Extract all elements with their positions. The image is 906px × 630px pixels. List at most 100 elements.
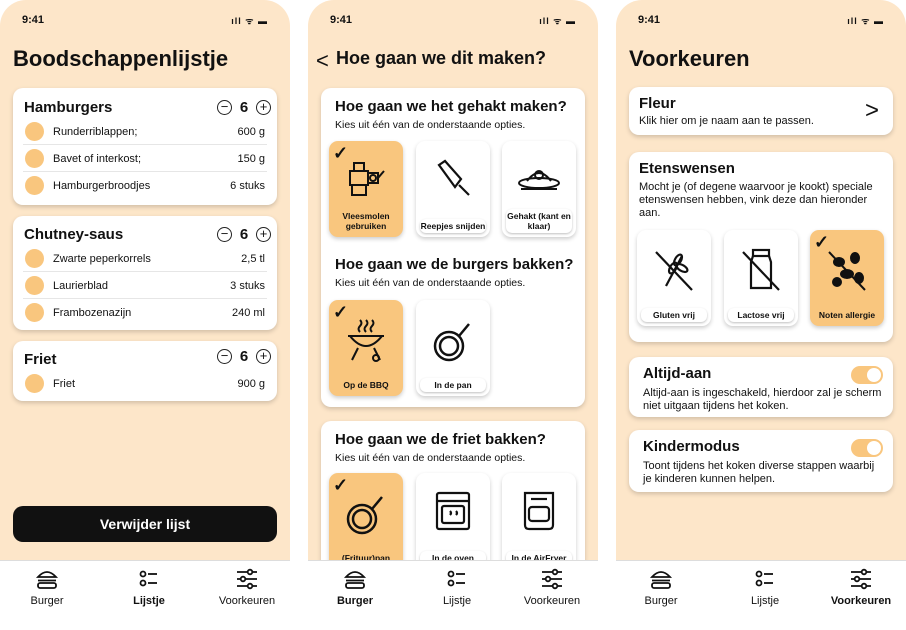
nav-label: Voorkeuren <box>830 595 892 607</box>
minus-button[interactable]: − <box>217 99 232 115</box>
option-meat-grinder[interactable]: ✓ Vleesmolen gebruiken <box>329 141 403 237</box>
back-button[interactable]: < <box>316 48 329 74</box>
page-title: Boodschappenlijstje <box>13 46 229 71</box>
section-subtitle: Kies uit één van de onderstaande opties. <box>335 277 526 289</box>
list-icon <box>755 570 773 587</box>
item-thumbnail <box>25 176 44 195</box>
status-time: 9:41 <box>22 14 45 26</box>
item-name: Laurierblad <box>53 280 109 292</box>
nav-label: Voorkeuren <box>523 595 581 607</box>
plus-button[interactable]: + <box>256 348 271 364</box>
nav-label: Lijstje <box>750 595 780 607</box>
always-on-toggle[interactable] <box>851 366 883 384</box>
status-bar: 9:41 ıll ᯤ ▬ <box>638 14 884 28</box>
option-fryer-pan[interactable]: ✓ (Frituur)pan <box>329 473 403 569</box>
group-card-friet: Friet −6 + Friet 900 g <box>13 341 277 401</box>
group-count: 6 <box>239 98 249 116</box>
option-oven[interactable]: In de oven <box>416 473 490 569</box>
kids-mode-toggle[interactable] <box>851 439 883 457</box>
nav-prefs[interactable]: Voorkeuren <box>202 567 290 607</box>
bottom-nav: Burger Lijstje Voorkeuren <box>308 560 598 630</box>
list-item[interactable]: Zwarte peperkorrels 2,5 tl <box>23 245 267 272</box>
item-qty: 6 stuks <box>230 180 265 192</box>
option-airfryer[interactable]: In de AirFryer <box>502 473 576 569</box>
section-title: Hoe gaan we de burgers bakken? <box>335 256 574 273</box>
kids-mode-text: Toont tijdens het koken diverse stappen … <box>643 460 875 485</box>
group-title: Friet <box>24 351 57 368</box>
page-title: Hoe gaan we dit maken? <box>336 48 547 68</box>
status-bar: 9:41 ıll ᯤ ▬ <box>22 14 268 28</box>
option-lactose-free[interactable]: Lactose vrij <box>724 230 798 326</box>
item-thumbnail <box>25 149 44 168</box>
diet-title: Etenswensen <box>639 160 735 177</box>
nav-label: Burger <box>644 595 678 607</box>
nav-burger[interactable]: Burger <box>2 567 92 607</box>
list-item[interactable]: Friet 900 g <box>23 370 267 397</box>
list-item[interactable]: Bavet of interkost; 150 g <box>23 145 267 172</box>
sliders-icon <box>851 568 871 590</box>
preferences-screen: 9:41 ıll ᯤ ▬ Voorkeuren Fleur Klik hier … <box>616 0 906 630</box>
always-on-title: Altijd-aan <box>643 365 712 382</box>
burger-icon <box>649 571 673 589</box>
item-qty: 150 g <box>237 153 265 165</box>
profile-hint: Klik hier om je naam aan te passen. <box>639 115 814 127</box>
nav-list[interactable]: Lijstje <box>720 567 810 607</box>
nuts-icon <box>828 251 866 291</box>
minus-button[interactable]: − <box>217 348 232 364</box>
nav-label: Lijstje <box>442 595 472 607</box>
group-count: 6 <box>239 225 249 243</box>
delete-list-button[interactable]: Verwijder lijst <box>13 506 277 542</box>
item-qty: 2,5 tl <box>241 253 265 265</box>
bottom-nav: Burger Lijstje Voorkeuren <box>616 560 906 630</box>
plus-button[interactable]: + <box>256 226 271 242</box>
item-qty: 600 g <box>237 126 265 138</box>
item-thumbnail <box>25 374 44 393</box>
nav-label: Burger <box>30 595 64 607</box>
option-label: Lactose vrij <box>728 308 794 322</box>
list-icon <box>447 570 465 587</box>
wheat-crossed-icon <box>655 251 693 291</box>
minus-button[interactable]: − <box>217 226 232 242</box>
list-item[interactable]: Frambozenazijn 240 ml <box>23 299 267 326</box>
page-title: Voorkeuren <box>629 46 750 71</box>
group-title: Hamburgers <box>24 99 113 116</box>
option-cut-strips[interactable]: Reepjes snijden <box>416 141 490 237</box>
nav-burger[interactable]: Burger <box>310 567 400 607</box>
status-icons: ıll ᯤ ▬ <box>539 16 576 26</box>
nav-burger[interactable]: Burger <box>616 567 706 607</box>
plus-button[interactable]: + <box>256 99 271 115</box>
list-item[interactable]: Hamburgerbroodjes 6 stuks <box>23 172 267 199</box>
cooking-method-screen: 9:41 ıll ᯤ ▬ < Hoe gaan we dit maken? Ho… <box>308 0 598 630</box>
bottom-nav: Burger Lijstje Voorkeuren <box>0 560 290 630</box>
list-item[interactable]: Laurierblad 3 stuks <box>23 272 267 299</box>
always-on-card: Altijd-aan Altijd-aan is ingeschakeld, h… <box>629 357 893 417</box>
item-thumbnail <box>25 249 44 268</box>
quantity-stepper: −6 + <box>217 98 271 116</box>
status-time: 9:41 <box>330 14 353 26</box>
nav-label: Voorkeuren <box>218 595 276 607</box>
nav-prefs[interactable]: Voorkeuren <box>816 567 906 607</box>
group-title: Chutney-saus <box>24 226 124 243</box>
nav-label: Burger <box>336 595 374 607</box>
option-gluten-free[interactable]: Gluten vrij <box>637 230 711 326</box>
option-label: Gehakt (kant en klaar) <box>506 209 572 233</box>
item-name: Frambozenazijn <box>53 307 132 319</box>
bbq-grill-icon <box>348 319 384 362</box>
nav-list[interactable]: Lijstje <box>104 567 194 607</box>
option-label: Reepjes snijden <box>420 219 486 233</box>
profile-card[interactable]: Fleur Klik hier om je naam aan te passen… <box>629 87 893 135</box>
method-card-fries: Hoe gaan we de friet bakken? Kies uit éé… <box>321 421 585 571</box>
option-bbq[interactable]: ✓ Op de BBQ <box>329 300 403 396</box>
option-ready-mince[interactable]: Gehakt (kant en klaar) <box>502 141 576 237</box>
item-name: Hamburgerbroodjes <box>53 180 151 192</box>
option-nut-allergy[interactable]: ✓ Noten allergie <box>810 230 884 326</box>
option-label: Op de BBQ <box>343 380 389 390</box>
item-thumbnail <box>25 122 44 141</box>
item-name: Friet <box>53 378 75 390</box>
method-card-burger: Hoe gaan we het gehakt maken? Kies uit é… <box>321 88 585 407</box>
nav-list[interactable]: Lijstje <box>412 567 502 607</box>
nav-prefs[interactable]: Voorkeuren <box>507 567 597 607</box>
burger-icon <box>343 571 367 589</box>
list-item[interactable]: Runderriblappen; 600 g <box>23 118 267 145</box>
option-pan[interactable]: In de pan <box>416 300 490 396</box>
